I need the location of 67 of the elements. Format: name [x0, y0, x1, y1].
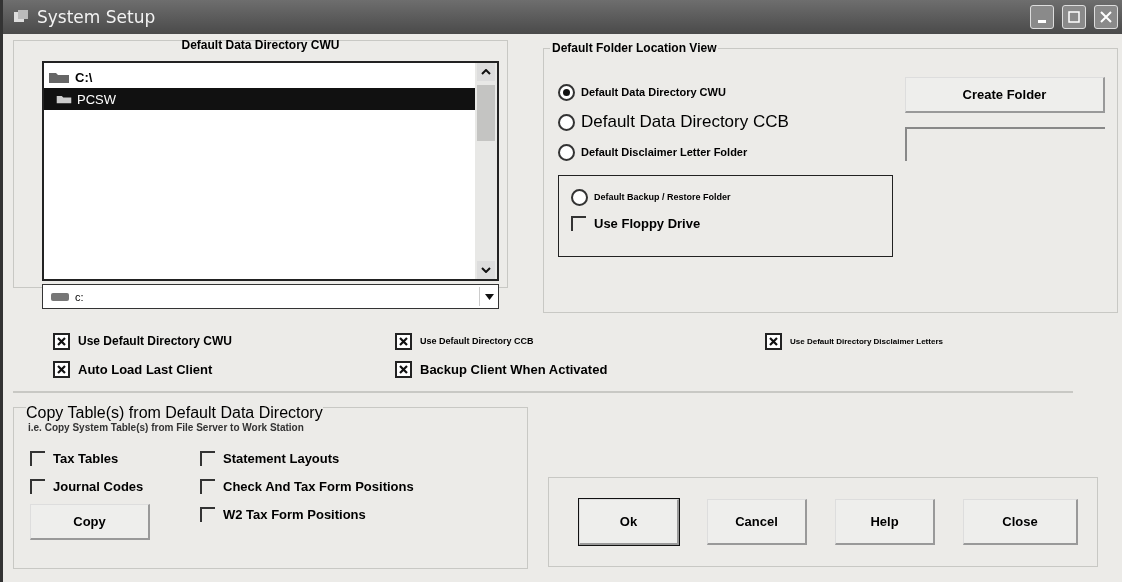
dialog-button[interactable]: Help: [835, 499, 935, 545]
checkbox[interactable]: [200, 506, 215, 522]
group-title: Default Folder Location View: [550, 41, 719, 55]
maximize-button[interactable]: [1062, 5, 1086, 29]
close-icon: [1100, 11, 1112, 23]
scroll-down-icon[interactable]: [481, 267, 491, 273]
maximize-icon: [1068, 11, 1080, 23]
radio-button[interactable]: [571, 188, 588, 206]
folder-icon: [48, 70, 70, 84]
cross-mark-icon: [399, 364, 408, 374]
radio-button[interactable]: [558, 83, 575, 101]
checkbox-label: W2 Tax Form Positions: [223, 506, 366, 522]
folder-list[interactable]: C:\ PCSW: [42, 61, 499, 281]
drive-icon: [51, 291, 69, 302]
checkbox[interactable]: [30, 450, 45, 466]
scrollbar[interactable]: [475, 63, 497, 279]
app-icon: [13, 10, 29, 24]
folder-item[interactable]: PCSW: [44, 88, 475, 110]
checkbox[interactable]: [200, 478, 215, 494]
radio-label: Default Backup / Restore Folder: [594, 192, 731, 202]
checkbox[interactable]: [395, 360, 412, 378]
checkbox-label: Use Default Directory CCB: [420, 336, 534, 346]
checkbox-label: Journal Codes: [53, 478, 144, 494]
group-title: Copy Table(s) from Default Data Directory: [26, 404, 323, 422]
copy-button[interactable]: Copy: [30, 504, 150, 540]
checkbox[interactable]: [53, 332, 70, 350]
dialog-button[interactable]: Close: [963, 499, 1078, 545]
cross-mark-icon: [769, 336, 778, 346]
checkbox[interactable]: [395, 332, 412, 350]
scroll-up-icon[interactable]: [481, 69, 491, 75]
checkbox-label: Tax Tables: [53, 450, 119, 466]
checkbox-label: Statement Layouts: [223, 450, 340, 466]
close-button[interactable]: [1094, 5, 1118, 29]
radio-button[interactable]: [558, 143, 575, 161]
checkbox-label: Auto Load Last Client: [78, 361, 213, 377]
dialog-button[interactable]: Cancel: [707, 499, 807, 545]
create-folder-button[interactable]: Create Folder: [905, 77, 1105, 113]
dialog-button[interactable]: Ok: [579, 499, 679, 545]
folder-name: C:\: [75, 69, 93, 85]
group-title: Default Data Directory CWU: [180, 38, 341, 52]
group-subtitle: i.e. Copy System Table(s) from File Server to Work Station: [28, 422, 304, 433]
caret-icon: [484, 293, 494, 300]
radio-button[interactable]: [558, 113, 575, 131]
radio-label: Default Data Directory CWU: [581, 86, 726, 98]
radio-label: Default Disclaimer Letter Folder: [581, 146, 748, 158]
checkbox-label: Use Floppy Drive: [594, 215, 701, 231]
checkbox[interactable]: [53, 360, 70, 378]
folder-name-field[interactable]: [905, 127, 1105, 161]
minimize-button[interactable]: [1030, 5, 1054, 29]
checkbox[interactable]: [30, 478, 45, 494]
window-title: System Setup: [37, 7, 157, 27]
checkbox[interactable]: [765, 332, 782, 350]
checkbox-label: Backup Client When Activated: [420, 361, 608, 377]
checkbox-label: Use Default Directory Disclaimer Letters: [790, 336, 943, 346]
drive-dropdown[interactable]: c:: [42, 284, 499, 309]
folder-name: PCSW: [77, 91, 116, 107]
checkbox-label: Use Default Directory CWU: [78, 334, 233, 348]
folder-item[interactable]: C:\: [44, 66, 475, 88]
cross-mark-icon: [57, 364, 66, 374]
cross-mark-icon: [399, 336, 408, 346]
cross-mark-icon: [57, 336, 66, 346]
scroll-thumb[interactable]: [477, 85, 495, 141]
checkbox-label: Check And Tax Form Positions: [223, 478, 414, 494]
radio-label: Default Data Directory CCB: [581, 112, 789, 132]
minimize-icon: [1038, 19, 1046, 23]
checkbox[interactable]: [571, 215, 586, 231]
checkbox[interactable]: [200, 450, 215, 466]
